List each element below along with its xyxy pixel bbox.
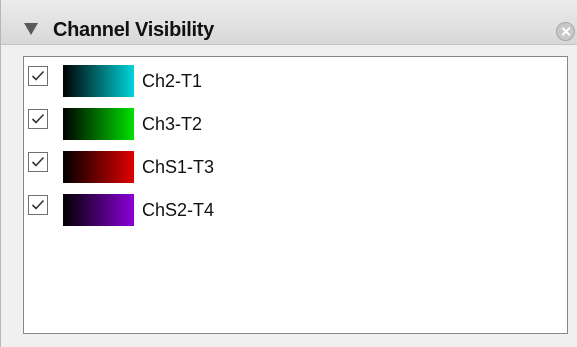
channel-label: ChS1-T3 bbox=[142, 157, 215, 177]
panel-title: Channel Visibility bbox=[53, 19, 214, 41]
checkmark-icon bbox=[31, 113, 45, 124]
channel-color-swatch bbox=[63, 194, 134, 226]
channel-checkbox[interactable] bbox=[28, 195, 48, 215]
channel-visibility-panel: Channel Visibility Ch2-T1 Ch3-T2 ChS1-T3… bbox=[0, 0, 577, 347]
channel-label: Ch2-T1 bbox=[142, 71, 203, 91]
collapse-triangle-icon[interactable] bbox=[24, 23, 38, 35]
channel-color-swatch bbox=[63, 108, 134, 140]
close-icon[interactable] bbox=[556, 22, 575, 41]
channel-checkbox[interactable] bbox=[28, 109, 48, 129]
channel-color-swatch bbox=[63, 151, 134, 183]
channel-item[interactable]: ChS1-T3 bbox=[24, 143, 567, 183]
channel-item[interactable]: ChS2-T4 bbox=[24, 186, 567, 226]
panel-titlebar: Channel Visibility bbox=[1, 0, 577, 45]
channel-label: Ch3-T2 bbox=[142, 114, 203, 134]
channel-label: ChS2-T4 bbox=[142, 200, 215, 220]
checkmark-icon bbox=[31, 156, 45, 167]
channel-checkbox[interactable] bbox=[28, 66, 48, 86]
checkmark-icon bbox=[31, 70, 45, 81]
checkmark-icon bbox=[31, 199, 45, 210]
channel-item[interactable]: Ch2-T1 bbox=[24, 57, 567, 97]
channel-color-swatch bbox=[63, 65, 134, 97]
channel-checkbox[interactable] bbox=[28, 152, 48, 172]
channel-item[interactable]: Ch3-T2 bbox=[24, 100, 567, 140]
channel-list: Ch2-T1 Ch3-T2 ChS1-T3 ChS2-T4 bbox=[23, 56, 568, 334]
